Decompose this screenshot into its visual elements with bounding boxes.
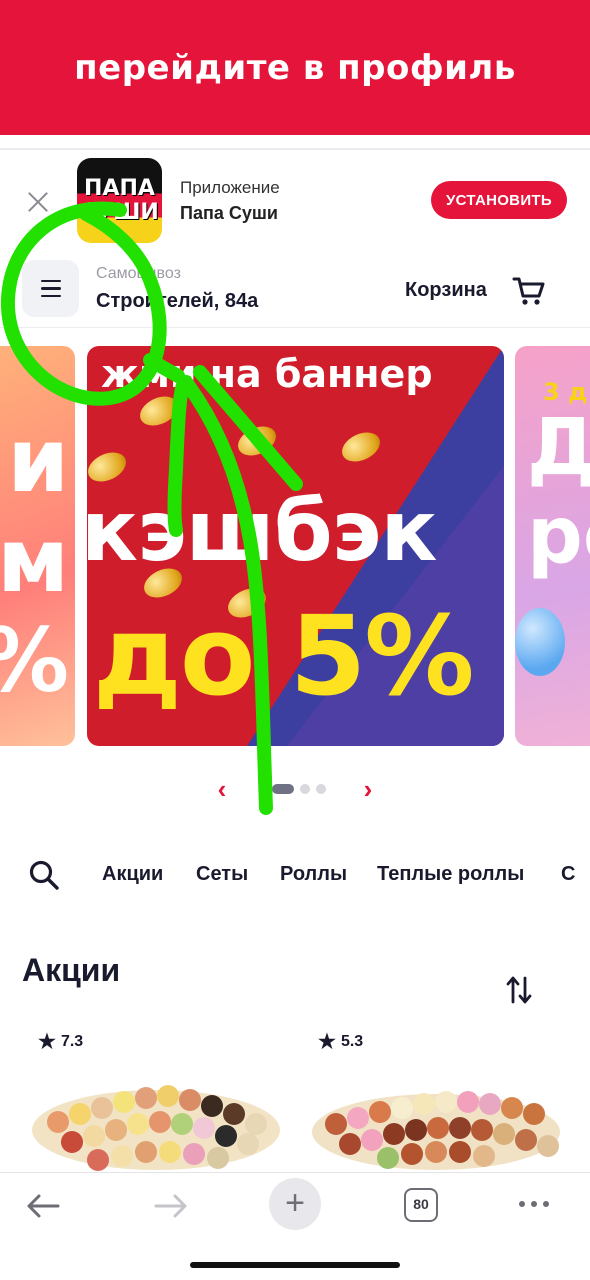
home-indicator bbox=[190, 1262, 400, 1268]
slide-text: м bbox=[0, 509, 69, 612]
menu-icon-line bbox=[40, 294, 61, 298]
cart-icon[interactable] bbox=[512, 274, 546, 308]
promo-slide-next[interactable]: 3 д Д ро bbox=[515, 346, 590, 746]
back-arrow-icon[interactable] bbox=[24, 1191, 64, 1221]
sort-icon[interactable] bbox=[505, 974, 533, 1006]
site-header: Самовывоз Строителей, 84а Корзина bbox=[0, 252, 590, 328]
app-caption: Приложение bbox=[180, 178, 280, 197]
rating-value: 7.3 bbox=[60, 1033, 84, 1050]
category-tab-rolls[interactable]: Роллы bbox=[280, 863, 347, 886]
product-rating: ★ 5.3 bbox=[318, 1032, 363, 1052]
instruction-text: перейдите в профиль bbox=[74, 47, 516, 88]
category-tab-sets[interactable]: Сеты bbox=[196, 863, 248, 886]
more-dot bbox=[543, 1201, 549, 1207]
section-title: Акции bbox=[22, 952, 121, 988]
promo-carousel[interactable]: и м % жми на баннер кэшбэк до 5% 3 д Д р… bbox=[0, 346, 590, 746]
product-card[interactable]: ★ 5.3 bbox=[302, 1020, 562, 1175]
instruction-banner: перейдите в профиль bbox=[0, 0, 590, 135]
forward-arrow-icon[interactable] bbox=[150, 1191, 190, 1221]
close-icon[interactable] bbox=[24, 188, 52, 216]
plus-icon[interactable]: + bbox=[269, 1178, 321, 1230]
carousel-next-button[interactable]: › bbox=[353, 775, 383, 805]
menu-button[interactable] bbox=[22, 260, 79, 317]
menu-icon-line bbox=[40, 287, 61, 290]
carousel-prev-button[interactable]: ‹ bbox=[207, 775, 237, 805]
category-tab-promo[interactable]: Акции bbox=[102, 863, 163, 886]
pager-dot[interactable] bbox=[316, 784, 326, 794]
balloon-image bbox=[515, 608, 565, 676]
slide-text: % bbox=[0, 616, 69, 706]
divider bbox=[0, 148, 590, 150]
pager-dot-active[interactable] bbox=[272, 784, 294, 794]
more-icon[interactable] bbox=[519, 1201, 549, 1207]
more-dot bbox=[519, 1201, 525, 1207]
more-dot bbox=[531, 1201, 537, 1207]
app-name: Папа Суши bbox=[180, 203, 278, 223]
slide-text: ро bbox=[527, 491, 590, 581]
slide-percent: до 5% bbox=[93, 592, 474, 720]
cart-label[interactable]: Корзина bbox=[405, 279, 487, 302]
category-tab-next[interactable]: С bbox=[561, 863, 575, 886]
app-logo: ПАПА СУШИ bbox=[77, 158, 162, 243]
slide-headline: кэшбэк bbox=[87, 482, 437, 580]
promo-slide-cashback[interactable]: жми на баннер кэшбэк до 5% bbox=[87, 346, 504, 746]
install-button[interactable]: УСТАНОВИТЬ bbox=[431, 181, 567, 219]
category-nav: Акции Сеты Роллы Теплые роллы С bbox=[0, 855, 590, 895]
product-card[interactable]: ★ 7.3 bbox=[22, 1020, 282, 1175]
app-logo-line2: СУШИ bbox=[80, 199, 159, 225]
sushi-set-image bbox=[312, 1091, 560, 1170]
search-icon[interactable] bbox=[28, 859, 60, 891]
app-install-banner: ПАПА СУШИ Приложение Папа Суши УСТАНОВИТ… bbox=[0, 152, 590, 252]
menu-icon-line bbox=[40, 279, 61, 283]
pickup-label[interactable]: Самовывоз bbox=[96, 265, 181, 283]
promo-slide-previous[interactable]: и м % bbox=[0, 346, 75, 746]
sushi-set-image bbox=[32, 1085, 280, 1171]
product-rating: ★ 7.3 bbox=[38, 1032, 83, 1052]
star-icon: ★ bbox=[318, 1031, 336, 1053]
app-logo-line1: ПАПА bbox=[84, 175, 155, 201]
pickup-address[interactable]: Строителей, 84а bbox=[96, 290, 258, 313]
slide-text: 3 д bbox=[543, 378, 588, 406]
pager-dot[interactable] bbox=[300, 784, 310, 794]
rating-value: 5.3 bbox=[340, 1033, 364, 1050]
tabs-counter-button[interactable]: 80 bbox=[404, 1188, 438, 1222]
category-tab-warm-rolls[interactable]: Теплые роллы bbox=[377, 863, 524, 886]
star-icon: ★ bbox=[38, 1031, 56, 1053]
carousel-pager: ‹ › bbox=[0, 775, 590, 805]
slide-text: Д bbox=[527, 403, 590, 493]
slide-tagline: жми на баннер bbox=[101, 352, 433, 396]
slide-text: и bbox=[7, 409, 69, 512]
